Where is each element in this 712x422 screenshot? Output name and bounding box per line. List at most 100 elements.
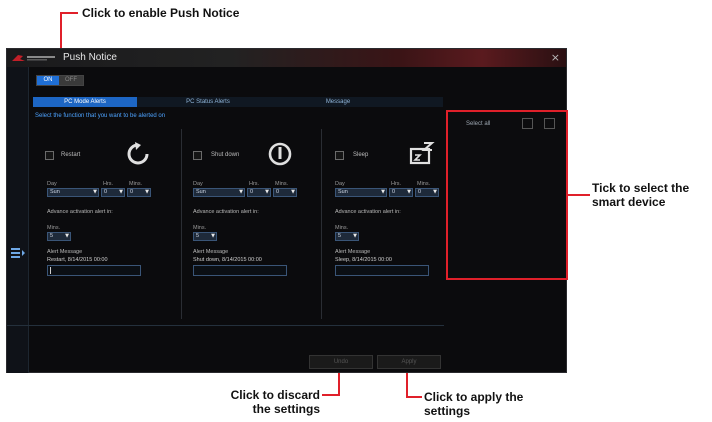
tab-pc-mode-alerts[interactable]: PC Mode Alerts <box>33 97 137 107</box>
pc-mode-alerts-panel: Select the function that you want to be … <box>33 113 444 371</box>
callout-discard-line2: the settings <box>252 402 320 416</box>
day-value: Sun <box>50 189 60 195</box>
mins-select[interactable]: 0 ▼ <box>415 188 439 197</box>
function-shutdown: Shut down Day Hrs. Mins. Sun ▼ 0 ▼ 0 ▼ Adva… <box>177 129 303 279</box>
smart-device-panel: Select all <box>446 110 568 280</box>
adv-mins-select[interactable]: 5 ▼ <box>193 232 217 241</box>
mins-label: Mins. <box>275 181 289 187</box>
left-sidebar <box>7 67 29 373</box>
alert-message-input[interactable] <box>47 265 141 276</box>
advance-label: Advance activation alert in: <box>47 209 113 215</box>
day-label: Day <box>47 181 57 187</box>
hrs-label: Hrs. <box>391 181 402 187</box>
alert-message-label: Alert Message <box>193 249 229 255</box>
chevron-down-icon: ▼ <box>65 233 69 239</box>
day-label: Day <box>193 181 203 187</box>
tab-message[interactable]: Message <box>283 97 393 107</box>
restart-icon <box>127 142 149 165</box>
callout-push-notice: Click to enable Push Notice <box>82 6 240 20</box>
mins-label: Mins. <box>417 181 431 187</box>
adv-mins-value: 5 <box>50 233 54 239</box>
alert-message-value: Sleep, 8/14/2015 00:00 <box>335 257 392 263</box>
sleep-label: Sleep <box>353 152 369 158</box>
rog-logo-icon <box>12 55 55 61</box>
callout-line <box>568 194 590 196</box>
day-label: Day <box>335 181 345 187</box>
chevron-down-icon: ▼ <box>381 189 385 195</box>
footer-divider <box>7 325 444 326</box>
apply-button[interactable]: Apply <box>377 355 441 369</box>
day-value: Sun <box>338 189 348 195</box>
chevron-down-icon: ▼ <box>145 189 149 195</box>
adv-mins-label: Mins. <box>193 225 207 231</box>
tab-pc-status-alerts[interactable]: PC Status Alerts <box>153 97 263 107</box>
day-select[interactable]: Sun ▼ <box>47 188 99 197</box>
mins-value: 0 <box>276 189 280 195</box>
power-icon <box>268 142 292 166</box>
callout-select-device-line2: smart device <box>592 195 666 209</box>
callout-select-device: Tick to select the smart device <box>592 181 689 209</box>
close-icon[interactable]: × <box>551 51 560 64</box>
chevron-down-icon: ▼ <box>353 233 357 239</box>
callout-discard: Click to discard the settings <box>208 388 320 416</box>
hrs-value: 0 <box>250 189 254 195</box>
hrs-value: 0 <box>392 189 396 195</box>
mins-value: 0 <box>418 189 422 195</box>
callout-apply-line2: settings <box>424 404 471 418</box>
shutdown-label: Shut down <box>211 152 240 158</box>
tab-bar: PC Mode Alerts PC Status Alerts Message <box>33 97 443 107</box>
toggle-on[interactable]: ON <box>37 76 59 85</box>
instruction-text: Select the function that you want to be … <box>35 113 166 119</box>
alert-message-input[interactable] <box>335 265 429 276</box>
adv-mins-value: 5 <box>338 233 342 239</box>
callout-discard-line1: Click to discard <box>230 388 320 402</box>
hrs-select[interactable]: 0 ▼ <box>389 188 413 197</box>
hrs-select[interactable]: 0 ▼ <box>101 188 125 197</box>
day-select[interactable]: Sun ▼ <box>335 188 387 197</box>
mins-label: Mins. <box>129 181 143 187</box>
adv-mins-label: Mins. <box>335 225 349 231</box>
restart-label: Restart <box>61 152 81 158</box>
hrs-label: Hrs. <box>249 181 260 187</box>
discard-button[interactable]: Undo <box>309 355 373 369</box>
callout-apply: Click to apply the settings <box>424 390 523 418</box>
callout-line <box>406 396 422 398</box>
adv-mins-select[interactable]: 5 ▼ <box>335 232 359 241</box>
hrs-select[interactable]: 0 ▼ <box>247 188 271 197</box>
toggle-off[interactable]: OFF <box>59 76 83 85</box>
alert-message-input[interactable] <box>193 265 287 276</box>
restart-checkbox[interactable] <box>45 151 54 160</box>
alert-message-label: Alert Message <box>335 249 371 255</box>
sleep-checkbox[interactable] <box>335 151 344 160</box>
select-all-label[interactable]: Select all <box>466 121 490 127</box>
chevron-down-icon: ▼ <box>119 189 123 195</box>
chevron-down-icon: ▼ <box>93 189 97 195</box>
chevron-down-icon: ▼ <box>407 189 411 195</box>
delete-icon[interactable] <box>544 118 555 129</box>
advance-label: Advance activation alert in: <box>335 209 401 215</box>
hrs-value: 0 <box>104 189 108 195</box>
hrs-label: Hrs. <box>103 181 114 187</box>
adv-mins-select[interactable]: 5 ▼ <box>47 232 71 241</box>
callout-apply-line1: Click to apply the <box>424 390 524 404</box>
window-title: Push Notice <box>63 52 117 63</box>
callout-select-device-line1: Tick to select the <box>592 181 690 195</box>
sleep-icon <box>409 142 435 165</box>
alert-message-value: Restart, 8/14/2015 00:00 <box>47 257 108 263</box>
shutdown-checkbox[interactable] <box>193 151 202 160</box>
alert-message-value: Shut down, 8/14/2015 00:00 <box>193 257 262 263</box>
export-icon[interactable] <box>522 118 533 129</box>
day-select[interactable]: Sun ▼ <box>193 188 245 197</box>
menu-expand-icon[interactable] <box>10 247 26 259</box>
mins-select[interactable]: 0 ▼ <box>273 188 297 197</box>
chevron-down-icon: ▼ <box>265 189 269 195</box>
push-notice-toggle[interactable]: ON OFF <box>36 75 84 86</box>
mins-select[interactable]: 0 ▼ <box>127 188 151 197</box>
advance-label: Advance activation alert in: <box>193 209 259 215</box>
mins-value: 0 <box>130 189 134 195</box>
callout-line <box>60 12 78 14</box>
adv-mins-label: Mins. <box>47 225 61 231</box>
adv-mins-value: 5 <box>196 233 200 239</box>
alert-message-label: Alert Message <box>47 249 83 255</box>
title-bar: Push Notice × <box>7 49 566 67</box>
